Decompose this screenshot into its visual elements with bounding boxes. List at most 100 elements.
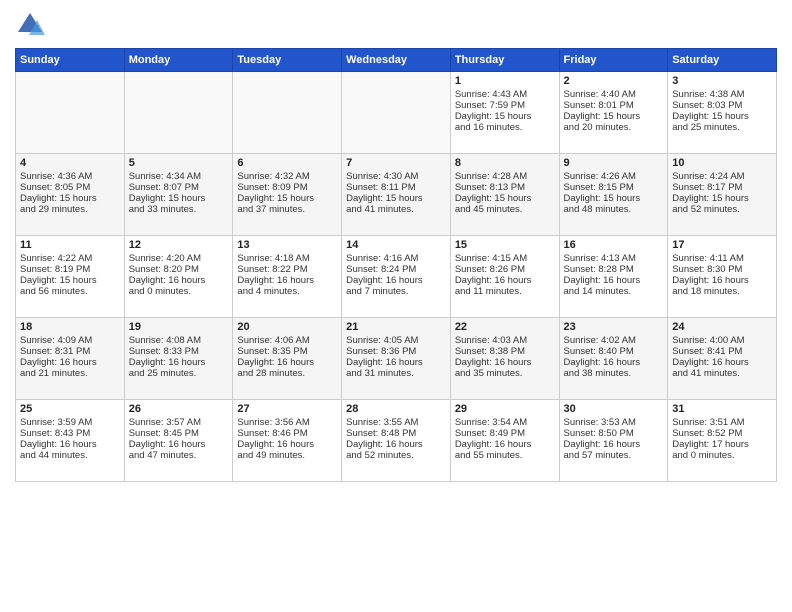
day-detail: Sunset: 8:46 PM	[237, 428, 337, 439]
day-detail: Sunrise: 4:16 AM	[346, 253, 446, 264]
day-detail: Daylight: 15 hours	[20, 193, 120, 204]
day-detail: Sunset: 8:24 PM	[346, 264, 446, 275]
calendar-cell: 13Sunrise: 4:18 AMSunset: 8:22 PMDayligh…	[233, 236, 342, 318]
calendar-cell: 18Sunrise: 4:09 AMSunset: 8:31 PMDayligh…	[16, 318, 125, 400]
day-detail: Daylight: 15 hours	[672, 111, 772, 122]
day-number: 19	[129, 321, 229, 333]
day-number: 5	[129, 157, 229, 169]
day-detail: and 11 minutes.	[455, 286, 555, 297]
day-number: 24	[672, 321, 772, 333]
day-detail: Daylight: 16 hours	[564, 357, 664, 368]
day-number: 25	[20, 403, 120, 415]
day-detail: Daylight: 15 hours	[20, 275, 120, 286]
day-detail: Sunset: 8:50 PM	[564, 428, 664, 439]
day-detail: and 56 minutes.	[20, 286, 120, 297]
day-number: 21	[346, 321, 446, 333]
day-detail: Sunrise: 4:24 AM	[672, 171, 772, 182]
day-detail: Daylight: 15 hours	[564, 193, 664, 204]
day-detail: Daylight: 16 hours	[129, 439, 229, 450]
day-detail: Sunrise: 4:26 AM	[564, 171, 664, 182]
day-detail: Daylight: 16 hours	[346, 439, 446, 450]
day-detail: Sunset: 8:30 PM	[672, 264, 772, 275]
day-detail: Sunset: 8:22 PM	[237, 264, 337, 275]
col-header-wednesday: Wednesday	[342, 49, 451, 72]
day-detail: Sunset: 8:41 PM	[672, 346, 772, 357]
day-detail: Sunrise: 4:18 AM	[237, 253, 337, 264]
day-detail: and 48 minutes.	[564, 204, 664, 215]
day-detail: Sunrise: 4:03 AM	[455, 335, 555, 346]
day-detail: Sunset: 8:05 PM	[20, 182, 120, 193]
day-detail: Daylight: 16 hours	[129, 357, 229, 368]
day-number: 28	[346, 403, 446, 415]
header-row: SundayMondayTuesdayWednesdayThursdayFrid…	[16, 49, 777, 72]
calendar-cell: 15Sunrise: 4:15 AMSunset: 8:26 PMDayligh…	[450, 236, 559, 318]
calendar-row: 18Sunrise: 4:09 AMSunset: 8:31 PMDayligh…	[16, 318, 777, 400]
day-number: 13	[237, 239, 337, 251]
day-detail: and 21 minutes.	[20, 368, 120, 379]
day-detail: and 52 minutes.	[346, 450, 446, 461]
day-detail: Daylight: 16 hours	[237, 439, 337, 450]
calendar-cell: 6Sunrise: 4:32 AMSunset: 8:09 PMDaylight…	[233, 154, 342, 236]
col-header-tuesday: Tuesday	[233, 49, 342, 72]
day-detail: Sunset: 7:59 PM	[455, 100, 555, 111]
day-detail: Sunrise: 4:15 AM	[455, 253, 555, 264]
day-detail: and 14 minutes.	[564, 286, 664, 297]
day-detail: and 4 minutes.	[237, 286, 337, 297]
calendar-cell: 14Sunrise: 4:16 AMSunset: 8:24 PMDayligh…	[342, 236, 451, 318]
day-detail: Sunset: 8:13 PM	[455, 182, 555, 193]
day-detail: Sunset: 8:07 PM	[129, 182, 229, 193]
calendar-cell: 27Sunrise: 3:56 AMSunset: 8:46 PMDayligh…	[233, 400, 342, 482]
day-detail: and 28 minutes.	[237, 368, 337, 379]
calendar-cell: 21Sunrise: 4:05 AMSunset: 8:36 PMDayligh…	[342, 318, 451, 400]
calendar-cell: 28Sunrise: 3:55 AMSunset: 8:48 PMDayligh…	[342, 400, 451, 482]
day-detail: Sunrise: 4:34 AM	[129, 171, 229, 182]
day-detail: Sunrise: 4:38 AM	[672, 89, 772, 100]
day-number: 23	[564, 321, 664, 333]
day-number: 7	[346, 157, 446, 169]
day-detail: Daylight: 16 hours	[564, 275, 664, 286]
day-detail: Sunrise: 4:40 AM	[564, 89, 664, 100]
day-detail: Sunset: 8:28 PM	[564, 264, 664, 275]
calendar-cell: 31Sunrise: 3:51 AMSunset: 8:52 PMDayligh…	[668, 400, 777, 482]
day-detail: Sunrise: 3:54 AM	[455, 417, 555, 428]
day-detail: Sunset: 8:17 PM	[672, 182, 772, 193]
day-detail: and 37 minutes.	[237, 204, 337, 215]
calendar-row: 4Sunrise: 4:36 AMSunset: 8:05 PMDaylight…	[16, 154, 777, 236]
day-detail: and 7 minutes.	[346, 286, 446, 297]
calendar-cell: 17Sunrise: 4:11 AMSunset: 8:30 PMDayligh…	[668, 236, 777, 318]
calendar-cell: 16Sunrise: 4:13 AMSunset: 8:28 PMDayligh…	[559, 236, 668, 318]
day-number: 20	[237, 321, 337, 333]
day-detail: Daylight: 15 hours	[237, 193, 337, 204]
day-detail: Daylight: 16 hours	[455, 275, 555, 286]
calendar-cell: 1Sunrise: 4:43 AMSunset: 7:59 PMDaylight…	[450, 72, 559, 154]
calendar-cell: 19Sunrise: 4:08 AMSunset: 8:33 PMDayligh…	[124, 318, 233, 400]
day-number: 31	[672, 403, 772, 415]
day-detail: Daylight: 15 hours	[455, 193, 555, 204]
day-number: 14	[346, 239, 446, 251]
calendar-cell: 5Sunrise: 4:34 AMSunset: 8:07 PMDaylight…	[124, 154, 233, 236]
day-number: 10	[672, 157, 772, 169]
day-detail: Daylight: 16 hours	[672, 357, 772, 368]
logo-icon	[15, 10, 45, 40]
day-detail: Sunrise: 4:30 AM	[346, 171, 446, 182]
day-detail: Sunrise: 4:02 AM	[564, 335, 664, 346]
day-detail: Sunset: 8:15 PM	[564, 182, 664, 193]
calendar-row: 1Sunrise: 4:43 AMSunset: 7:59 PMDaylight…	[16, 72, 777, 154]
day-detail: Sunset: 8:26 PM	[455, 264, 555, 275]
day-detail: Sunrise: 3:56 AM	[237, 417, 337, 428]
calendar-row: 11Sunrise: 4:22 AMSunset: 8:19 PMDayligh…	[16, 236, 777, 318]
day-detail: Sunset: 8:52 PM	[672, 428, 772, 439]
day-detail: Sunrise: 3:55 AM	[346, 417, 446, 428]
calendar-cell	[124, 72, 233, 154]
calendar-cell: 29Sunrise: 3:54 AMSunset: 8:49 PMDayligh…	[450, 400, 559, 482]
day-detail: and 41 minutes.	[346, 204, 446, 215]
day-detail: and 25 minutes.	[672, 122, 772, 133]
day-detail: Sunrise: 4:43 AM	[455, 89, 555, 100]
day-detail: and 20 minutes.	[564, 122, 664, 133]
col-header-saturday: Saturday	[668, 49, 777, 72]
day-number: 9	[564, 157, 664, 169]
calendar-cell: 10Sunrise: 4:24 AMSunset: 8:17 PMDayligh…	[668, 154, 777, 236]
day-detail: and 0 minutes.	[129, 286, 229, 297]
day-detail: Daylight: 16 hours	[20, 439, 120, 450]
calendar-cell: 8Sunrise: 4:28 AMSunset: 8:13 PMDaylight…	[450, 154, 559, 236]
